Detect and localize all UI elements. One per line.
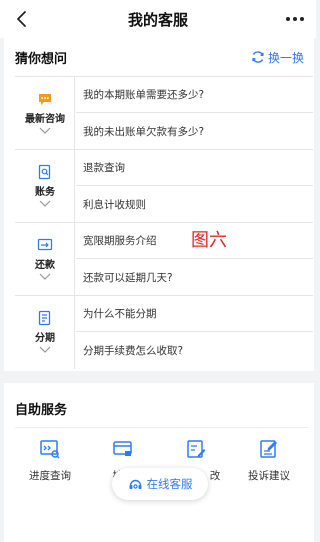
online-service-button[interactable]: 在线客服	[112, 468, 208, 500]
service-label: 进度查询	[29, 470, 71, 482]
service-label: 投诉建议	[248, 470, 290, 482]
card-lock-icon	[113, 441, 132, 456]
category-label: 分期	[35, 333, 55, 344]
faq-group-account: 账务 退款查询 利息计收规则	[15, 149, 313, 223]
self-service-card: 自助服务 进度查询 挂失 改 投诉建议	[4, 383, 314, 542]
refresh-icon	[252, 51, 264, 63]
complaint-icon	[260, 440, 277, 458]
figure-annotation: 图六	[191, 230, 227, 251]
faq-group-installment: 分期 为什么不能分期 分期手续费怎么收取?	[15, 295, 313, 369]
progress-query-icon	[40, 440, 60, 459]
faq-card: 猜你想问 换一换 最新咨询 我的本期账单需要还多少? 我的未出账单欠款有多少?	[4, 38, 314, 371]
navbar: 我的客服	[0, 0, 316, 38]
question-item[interactable]: 利息计收规则	[76, 187, 313, 223]
question-item[interactable]: 分期手续费怎么收取?	[76, 333, 313, 369]
category-installment[interactable]: 分期	[15, 296, 75, 369]
refresh-label: 换一换	[267, 50, 304, 65]
faq-title: 猜你想问	[15, 52, 68, 67]
faq-group-latest: 最新咨询 我的本期账单需要还多少? 我的未出账单欠款有多少?	[15, 76, 313, 150]
category-account[interactable]: 账务	[15, 150, 75, 223]
faq-group-repayment: 还款 宽限期服务介绍 还款可以延期几天?	[15, 222, 313, 296]
divider	[15, 427, 308, 428]
question-item[interactable]: 退款查询	[76, 150, 313, 186]
category-label: 最新咨询	[25, 114, 65, 125]
question-item[interactable]: 我的本期账单需要还多少?	[76, 77, 313, 113]
page-title: 我的客服	[127, 11, 188, 29]
category-latest[interactable]: 最新咨询	[15, 77, 75, 150]
question-item[interactable]: 还款可以延期几天?	[76, 260, 313, 296]
repayment-icon	[37, 238, 53, 251]
headset-icon	[129, 479, 141, 489]
chevron-down-icon	[39, 127, 51, 134]
document-search-icon	[38, 164, 51, 180]
edit-form-icon	[187, 440, 206, 458]
chevron-down-icon	[39, 273, 51, 280]
question-item[interactable]: 为什么不能分期	[76, 296, 313, 332]
category-label: 还款	[35, 260, 55, 271]
online-service-label: 在线客服	[146, 477, 193, 491]
chat-bubble-icon	[39, 94, 51, 105]
category-label: 账务	[35, 187, 55, 198]
refresh-button[interactable]: 换一换	[251, 48, 304, 66]
more-dots-icon[interactable]	[284, 12, 306, 26]
service-complaint[interactable]: 投诉建议	[234, 438, 304, 483]
question-item[interactable]: 我的未出账单欠款有多少?	[76, 114, 313, 150]
installment-icon	[38, 310, 51, 326]
chevron-down-icon	[39, 200, 51, 207]
faq-header: 猜你想问 换一换	[4, 38, 314, 76]
self-service-title: 自助服务	[15, 403, 68, 418]
service-progress-query[interactable]: 进度查询	[15, 438, 85, 483]
chevron-down-icon	[39, 346, 51, 353]
category-repayment[interactable]: 还款	[15, 223, 75, 296]
